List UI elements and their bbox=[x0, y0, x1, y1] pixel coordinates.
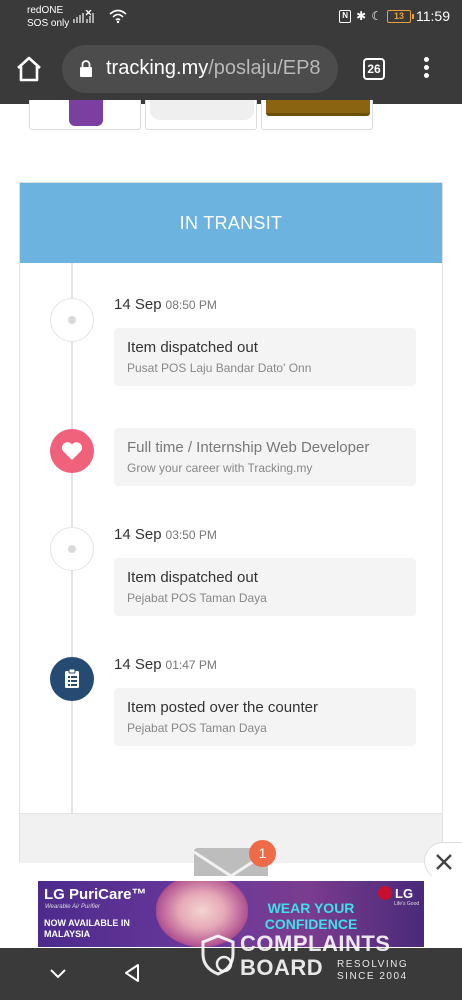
status-header: IN TRANSIT bbox=[20, 183, 442, 263]
event-date: 14 Sep 08:50 PM bbox=[114, 296, 217, 313]
ad-logo-slogan: Life's Good bbox=[394, 901, 420, 907]
event-time: 03:50 PM bbox=[165, 528, 217, 542]
timeline-node bbox=[50, 298, 94, 342]
bluetooth-icon: ✱ bbox=[356, 9, 367, 23]
ad-brand: LG PuriCare™ bbox=[44, 886, 147, 903]
heart-icon bbox=[50, 429, 94, 473]
ad-tagline: Wearable Air Purifier bbox=[45, 904, 101, 910]
sos-label: SOS only bbox=[27, 18, 70, 29]
watermark-line2: BOARD bbox=[240, 955, 324, 980]
event-title: Item dispatched out bbox=[127, 339, 258, 356]
nfc-icon: N bbox=[339, 9, 352, 23]
carrier-name: redONE bbox=[27, 5, 64, 16]
watermark: COMPLAINTS BOARD RESOLVING SINCE 2004 bbox=[200, 932, 415, 984]
event-location: Pusat POS Laju Bandar Dato' Onn bbox=[127, 361, 312, 375]
home-icon[interactable] bbox=[14, 54, 44, 84]
ad-close-button[interactable] bbox=[424, 842, 462, 880]
product-image bbox=[266, 100, 370, 116]
event-details: Item dispatched out Pusat POS Laju Banda… bbox=[114, 328, 416, 386]
wifi-icon bbox=[109, 9, 127, 23]
ad-availability: NOW AVAILABLE IN MALAYSIA bbox=[44, 918, 130, 939]
browser-toolbar: tracking.my/poslaju/EP8 26 bbox=[0, 34, 462, 104]
product-thumbnail[interactable] bbox=[145, 100, 257, 130]
url-path: /poslaju/EP8 bbox=[208, 57, 321, 79]
battery-icon: 13 bbox=[387, 9, 414, 23]
event-date: 14 Sep 01:47 PM bbox=[114, 656, 217, 673]
product-thumbnail[interactable] bbox=[261, 100, 373, 130]
lock-icon bbox=[80, 60, 92, 77]
hide-keyboard-icon[interactable] bbox=[47, 962, 69, 984]
tabs-button[interactable]: 26 bbox=[363, 58, 385, 80]
watermark-line1: COMPLAINTS bbox=[240, 931, 391, 956]
event-title: Item posted over the counter bbox=[127, 699, 318, 716]
event-date: 14 Sep 03:50 PM bbox=[114, 526, 217, 543]
clipboard-icon bbox=[50, 657, 94, 701]
moon-icon: ☾ bbox=[371, 9, 382, 23]
job-ad-title[interactable]: Full time / Internship Web Developer bbox=[127, 439, 403, 456]
notification-badge: 1 bbox=[249, 840, 276, 867]
event-title: Item dispatched out bbox=[127, 569, 258, 586]
url-text: tracking.my/poslaju/EP8 bbox=[106, 57, 321, 80]
event-time: 01:47 PM bbox=[165, 658, 217, 672]
lg-logo-icon bbox=[378, 886, 392, 900]
overflow-menu-icon[interactable] bbox=[418, 54, 434, 84]
job-ad-box[interactable]: Full time / Internship Web Developer Gro… bbox=[114, 428, 416, 486]
event-details: Item dispatched out Pejabat POS Taman Da… bbox=[114, 558, 416, 616]
event-location: Pejabat POS Taman Daya bbox=[127, 591, 267, 605]
product-thumbnail[interactable] bbox=[29, 100, 141, 130]
carrier-info: redONE SOS only bbox=[27, 4, 69, 30]
tracking-card: IN TRANSIT 14 Sep 08:50 PM Item dispatche… bbox=[19, 182, 443, 863]
event-day: 14 Sep bbox=[114, 526, 162, 543]
watermark-sub2: SINCE 2004 bbox=[337, 971, 408, 982]
back-icon[interactable] bbox=[121, 962, 143, 984]
event-day: 14 Sep bbox=[114, 296, 162, 313]
shield-icon bbox=[201, 934, 235, 976]
url-domain: tracking.my bbox=[106, 57, 209, 79]
event-time: 08:50 PM bbox=[165, 298, 217, 312]
signal-icon bbox=[73, 10, 94, 23]
timeline-node bbox=[50, 527, 94, 571]
status-icons: N ✱ ☾ 13 11:59 bbox=[339, 8, 450, 24]
event-location: Pejabat POS Taman Daya bbox=[127, 721, 267, 735]
address-bar[interactable]: tracking.my/poslaju/EP8 bbox=[62, 45, 338, 93]
job-ad-subtitle: Grow your career with Tracking.my bbox=[127, 461, 313, 475]
ad-headline: WEAR YOUR CONFIDENCE bbox=[264, 900, 358, 932]
watermark-sub1: RESOLVING bbox=[337, 959, 409, 970]
clock: 11:59 bbox=[416, 8, 450, 24]
status-bar: redONE SOS only N ✱ ☾ 13 11:59 bbox=[0, 0, 462, 34]
event-day: 14 Sep bbox=[114, 656, 162, 673]
product-image bbox=[69, 100, 103, 126]
product-image bbox=[150, 100, 254, 120]
event-details: Item posted over the counter Pejabat POS… bbox=[114, 688, 416, 746]
ad-logo-text: LG bbox=[395, 886, 414, 901]
